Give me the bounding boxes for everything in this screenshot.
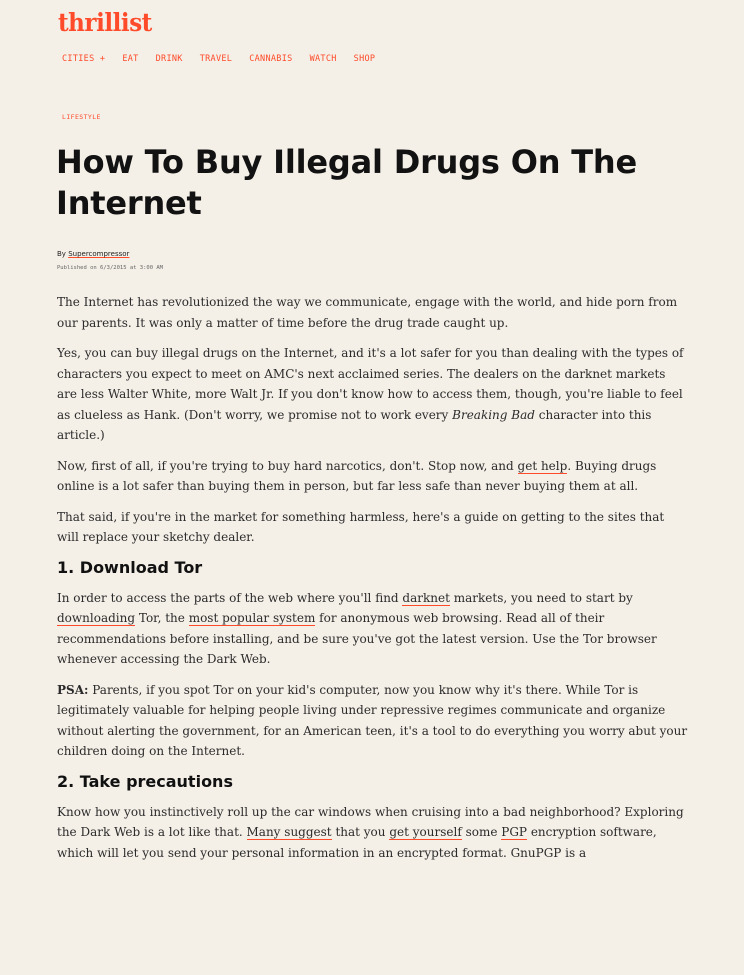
byline: By Supercompressor: [57, 250, 129, 258]
main-nav: CITIES + EAT DRINK TRAVEL CANNABIS WATCH…: [62, 54, 375, 64]
paragraph-4: That said, if you're in the market for s…: [57, 509, 665, 545]
paragraph-7: Know how you instinctively roll up the c…: [57, 802, 689, 864]
nav-item-eat[interactable]: EAT: [122, 54, 138, 64]
paragraph-5-text-b: markets, you need to start by: [449, 590, 633, 605]
nav-item-cities[interactable]: CITIES +: [62, 54, 105, 64]
get-help-link[interactable]: get help: [517, 458, 568, 474]
section-heading-2: 2. Take precautions: [57, 771, 233, 791]
paragraph-6-text: Parents, if you spot Tor on your kid's c…: [57, 682, 688, 759]
downloading-link[interactable]: downloading: [57, 611, 136, 626]
many-suggest-link[interactable]: Many suggest: [246, 825, 332, 840]
section-heading-1: 1. Download Tor: [57, 557, 203, 577]
nav-item-drink[interactable]: DRINK: [156, 54, 183, 64]
paragraph-1: The Internet has revolutionized the way …: [57, 295, 678, 330]
article-title: How To Buy Illegal Drugs On The Internet: [56, 143, 637, 222]
paragraph-3: Now, first of all, if you're trying to b…: [57, 456, 689, 497]
pgp-link[interactable]: PGP: [501, 825, 527, 840]
byline-prefix: By: [57, 250, 66, 258]
publish-date: Published on 6/3/2015 at 3:00 AM: [57, 265, 163, 271]
article-category[interactable]: LIFESTYLE: [62, 113, 101, 121]
paragraph-5: In order to access the parts of the web …: [57, 588, 689, 670]
paragraph-5-text-c: Tor, the: [135, 611, 189, 625]
site-logo[interactable]: thrillist: [58, 8, 152, 38]
paragraph-3-text-a: Now, first of all, if you're trying to b…: [57, 458, 518, 473]
article-body: The Internet has revolutionized the way …: [57, 292, 689, 873]
paragraph-7-text-b: that you: [331, 825, 390, 839]
get-yourself-link[interactable]: get yourself: [389, 825, 462, 840]
paragraph-2: Yes, you can buy illegal drugs on the In…: [57, 343, 689, 446]
article-page: thrillist CITIES + EAT DRINK TRAVEL CANN…: [0, 0, 744, 975]
paragraph-2-emphasis: Breaking Bad: [452, 407, 535, 422]
darknet-link[interactable]: darknet: [402, 590, 450, 606]
most-popular-system-link[interactable]: most popular system: [188, 611, 316, 626]
paragraph-6: PSA: Parents, if you spot Tor on your ki…: [57, 680, 689, 762]
paragraph-7-text-c: some: [461, 825, 502, 839]
psa-label: PSA:: [57, 682, 89, 697]
author-link[interactable]: Supercompressor: [68, 250, 129, 258]
nav-item-cannabis[interactable]: CANNABIS: [249, 54, 292, 64]
nav-item-travel[interactable]: TRAVEL: [200, 54, 233, 64]
nav-item-watch[interactable]: WATCH: [310, 54, 337, 64]
nav-item-shop[interactable]: SHOP: [354, 54, 376, 64]
paragraph-5-text-a: In order to access the parts of the web …: [57, 590, 403, 605]
